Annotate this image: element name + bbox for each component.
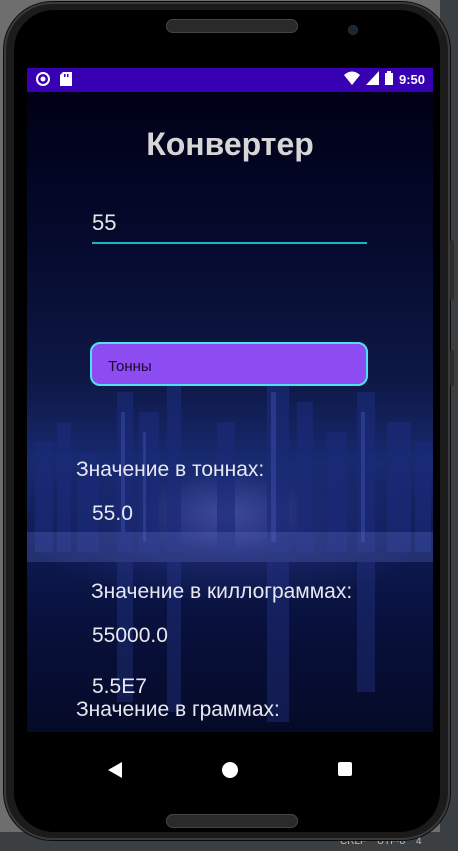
tons-label: Значение в тоннах: <box>76 458 265 481</box>
tons-value: 55.0 <box>92 502 133 525</box>
front-camera-icon <box>349 26 357 34</box>
record-icon <box>36 72 50 89</box>
city-background-image <box>27 372 433 722</box>
earpiece-speaker <box>166 19 298 33</box>
unit-dropdown-selected[interactable]: Тонны <box>108 358 152 375</box>
device-screen: 9:50 Конвертер 55 Тонны Значение в тонна… <box>27 68 433 792</box>
signal-icon <box>365 71 379 88</box>
bottom-speaker <box>166 814 298 828</box>
app-content: Конвертер 55 Тонны Значение в тоннах: 55… <box>27 92 433 732</box>
recents-icon[interactable] <box>338 762 352 776</box>
weight-input-value[interactable]: 55 <box>92 210 116 236</box>
battery-icon <box>384 71 393 88</box>
page-title: Конвертер <box>146 126 314 162</box>
grams-label: Значение в граммах: <box>76 698 280 721</box>
status-bar: 9:50 <box>27 68 433 92</box>
power-button[interactable] <box>450 350 454 386</box>
kg-label: Значение в киллограммах: <box>91 580 353 603</box>
back-icon[interactable] <box>108 762 122 778</box>
navigation-bar <box>27 732 433 792</box>
unit-dropdown[interactable]: Тонны <box>90 342 368 386</box>
grams-value: 5.5E7 <box>92 675 147 698</box>
volume-button[interactable] <box>450 240 454 300</box>
weight-input[interactable]: 55 <box>92 194 367 244</box>
kg-value: 55000.0 <box>92 624 168 647</box>
wifi-icon <box>343 71 360 88</box>
home-icon[interactable] <box>222 762 238 778</box>
status-time: 9:50 <box>398 72 425 87</box>
sd-card-icon <box>60 72 72 89</box>
